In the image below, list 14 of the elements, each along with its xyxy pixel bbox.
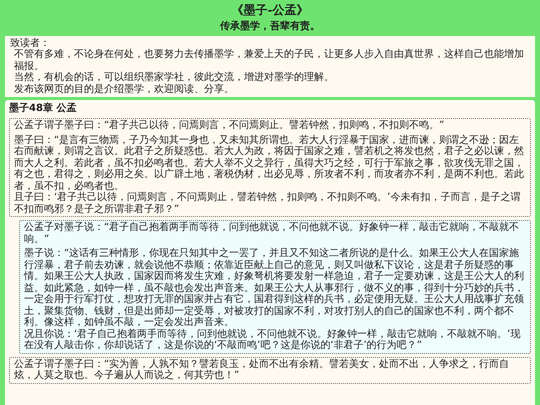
intro-paragraph: 发布该网页的目的是介绍墨学，欢迎阅读、分享。 [13,84,235,96]
page-title: 《墨子-公孟》 [232,3,308,19]
paragraph-text: 且子曰：‘君子共己以待，问焉则言，不问焉则止，譬若钟然，扣则鸣，不扣则不鸣。’今未有扣，子而言，是子之谓不扣而鸣邪？是子之所谓非君子邪？” [14,192,522,216]
paragraph-text: 公孟子对墨子说：“君子自己抱着两手而等待，问到他就说，不问他就不说。好象钟一样，敲击它就响，不敲就不响。” [24,222,520,246]
intro-paragraph: 当然，有机会的话，可以组织墨家学社，彼此交流，增进对墨学的理解。 [13,72,335,84]
intro-greeting: 致读者： [10,38,51,49]
paragraph-text: 公孟子谓子墨子曰：“君子共己以待，问焉则言，不问焉则止。譬若钟然，扣则鸣，不扣则不鸣。” [14,120,446,132]
paragraph-text: 墨子说：“这话有三种情形，你现在只知其中之一罢了，并且又不知这二者所说的是什么。如果王公大人在国家施行淫暴，君子前去劝谏，就会说他不恭顺；依靠近臣献上自己的意见，则又叫做私下议论，这是君子所疑惑的事情。如果王公大人执政，国家因而将发生灾难，好象弩机将要发射一样急迫，君子一定要劝谏，这是王公大人的利益。如此紧急，如钟一样，虽不敲也会发出声音来。如果王公大人从事邪行，做不义的事，得到十分巧妙的兵书，一定会用于行军打仗，想攻打无罪的国家并占有它，国君得到这样的兵书，必定使用无疑。王公大人用战事扩充领土，聚集货物、钱财，但是出师却一定受辱，对被攻打的国家不利，对攻打别人的自己的国家也不利，两个都不利。像这样，如钟虽不敲，一定会发出声音来。 [24,248,525,328]
intro-paragraph: 不管有多难，不论身在何处，也要努力去传播墨学，兼爱上天的子民，让更多人步入自由真世界，这样自己也能增加福报。 [13,49,525,72]
chapter-heading: 墨子48章 公孟 [9,102,78,116]
page-subtitle: 传承墨学，吾辈有责。 [220,20,320,33]
paragraph-text: 况且你说：‘君子自己抱着两手而等待，问到他就说，不问他就不说。好象钟一样，敲击它就响，不敲就不响。’现在没有人敲击你，你却说话了，这是你说的‘不敲而鸣’吧？这是你说的‘非君子’的行为吧？” [24,328,522,352]
paragraph-text: 公孟子谓子墨子曰：“实为善，人孰不知？譬若良玉，处而不出有余精。譬若美女，处而不出，人争求之，行而自炫，人莫之取也。今子遍从人而说之，何其劳也！” [14,358,510,382]
paragraph-text: 墨子曰：“是言有三物焉，子乃今知其一身也，又未知其所谓也。若大人行淫暴于国家，进而谏，则谓之不逊；因左右而献谏，则谓之言议。此君子之所疑惑也。若大人为政，将因于国家之难，譬若机之将发也然，君子之必以谏，然而大人之利。若此者，虽不扣必鸣者也。若大人举不义之异行，虽得大巧之经，可行于军旅之事，欲攻伐无罪之国，有之也，君得之，则必用之矣。以广辟土地，著税伪材，出必见辱，所攻者不利，而攻者亦不利，是两不利也。若此者，虽不扣，必鸣者也。 [14,134,525,192]
